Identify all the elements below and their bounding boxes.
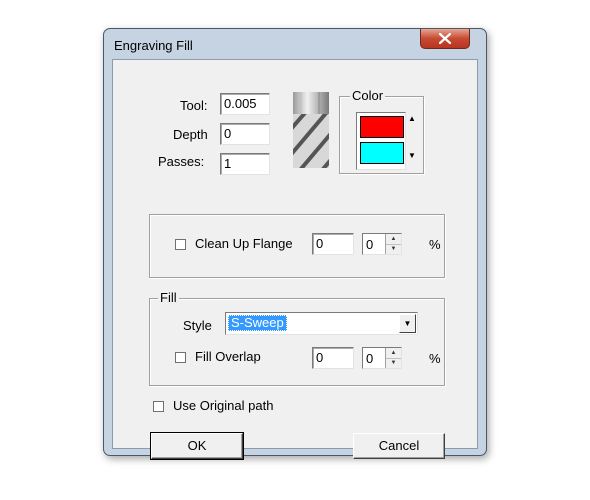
clean-up-flange-unit: % bbox=[429, 237, 441, 252]
use-original-path-checkbox[interactable] bbox=[153, 401, 164, 412]
tool-label: Tool: bbox=[180, 98, 208, 113]
style-dropdown-button[interactable]: ▼ bbox=[399, 314, 416, 333]
ok-button[interactable]: OK bbox=[150, 432, 244, 460]
fill-overlap-spinner-value: 0 bbox=[366, 351, 374, 366]
color-scroll-up-icon[interactable]: ▲ bbox=[408, 114, 416, 123]
color-swatch-list[interactable] bbox=[356, 112, 406, 170]
depth-input[interactable]: 0 bbox=[220, 123, 270, 145]
fill-overlap-spinner[interactable]: 0 ▲ ▼ bbox=[362, 347, 402, 369]
fill-overlap-spinner-arrows[interactable]: ▲ ▼ bbox=[385, 348, 401, 368]
engraving-fill-dialog: Engraving Fill Tool: 0.005 Depth 0 Passe… bbox=[103, 28, 487, 460]
fill-group-title: Fill bbox=[158, 290, 179, 305]
cleanup-group: Clean Up Flange 0 0 ▲ ▼ % bbox=[149, 214, 445, 278]
color-group-title: Color bbox=[350, 88, 386, 103]
dialog-title: Engraving Fill bbox=[114, 38, 193, 53]
cancel-button[interactable]: Cancel bbox=[353, 433, 445, 459]
engraving-tool-icon bbox=[293, 92, 329, 168]
color-group: Color ▲ ▼ bbox=[339, 88, 424, 174]
spin-down-icon[interactable]: ▼ bbox=[386, 244, 401, 254]
dialog-client-area: Tool: 0.005 Depth 0 Passes: 1 Color ▲ ▼ … bbox=[112, 59, 478, 460]
style-label: Style bbox=[183, 318, 212, 333]
secondary-color-swatch[interactable] bbox=[360, 142, 404, 164]
style-selected-value: S-Sweep bbox=[228, 315, 287, 331]
style-select[interactable]: S-Sweep ▼ bbox=[225, 312, 418, 335]
primary-color-swatch[interactable] bbox=[360, 116, 404, 138]
close-icon bbox=[438, 32, 452, 45]
tool-input[interactable]: 0.005 bbox=[220, 93, 270, 115]
fill-overlap-unit: % bbox=[429, 351, 441, 366]
spin-down-icon[interactable]: ▼ bbox=[386, 358, 401, 368]
clean-up-flange-spinner-value: 0 bbox=[366, 237, 374, 252]
use-original-path-label: Use Original path bbox=[173, 398, 274, 413]
clean-up-flange-checkbox[interactable] bbox=[175, 239, 186, 250]
clean-up-flange-input[interactable]: 0 bbox=[312, 233, 354, 255]
passes-input[interactable]: 1 bbox=[220, 153, 270, 175]
fill-overlap-input[interactable]: 0 bbox=[312, 347, 354, 369]
title-bar[interactable]: Engraving Fill bbox=[104, 29, 486, 61]
close-button[interactable] bbox=[420, 29, 470, 49]
fill-overlap-checkbox[interactable] bbox=[175, 352, 186, 363]
clean-up-flange-label: Clean Up Flange bbox=[195, 236, 293, 251]
fill-overlap-label: Fill Overlap bbox=[195, 349, 261, 364]
clean-up-flange-spinner[interactable]: 0 ▲ ▼ bbox=[362, 233, 402, 255]
color-scroll-down-icon[interactable]: ▼ bbox=[408, 151, 416, 160]
chevron-down-icon: ▼ bbox=[403, 319, 412, 328]
clean-up-flange-spinner-arrows[interactable]: ▲ ▼ bbox=[385, 234, 401, 254]
passes-label: Passes: bbox=[158, 154, 205, 169]
fill-group: Fill Style S-Sweep ▼ Fill Overlap 0 0 ▲ … bbox=[149, 290, 445, 386]
depth-label: Depth bbox=[173, 127, 208, 142]
